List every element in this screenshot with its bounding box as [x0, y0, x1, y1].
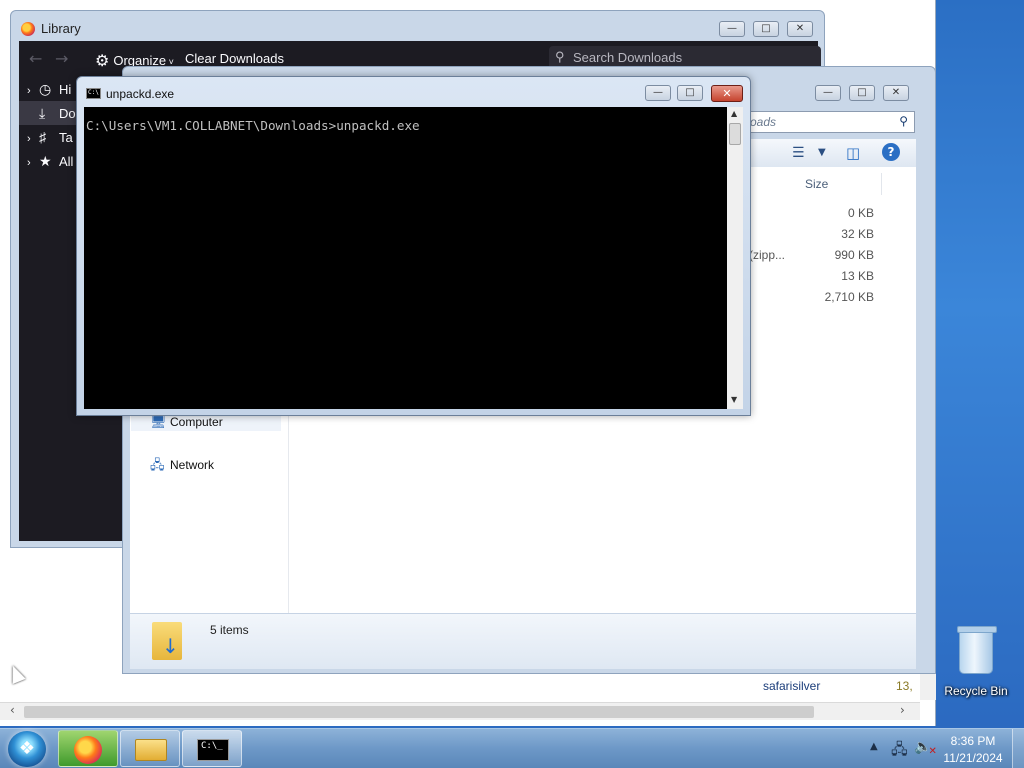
console-scrollbar[interactable]: ▲ ▼ [727, 107, 743, 409]
scroll-up-icon[interactable]: ▲ [731, 109, 737, 118]
scroll-down-icon[interactable]: ▼ [731, 395, 737, 404]
show-desktop-button[interactable] [1012, 729, 1024, 768]
forward-arrow-icon[interactable]: → [55, 49, 68, 68]
console-command-line: C:\Users\VM1.COLLABNET\Downloads>unpackd… [86, 118, 420, 133]
background-horizontal-scrollbar[interactable]: ‹ › [0, 702, 920, 720]
minimize-button[interactable]: — [815, 85, 841, 101]
column-divider[interactable] [881, 173, 882, 195]
taskbar-console-button[interactable]: C:\_ [182, 730, 242, 767]
console-window: C:\ unpackd.exe — □ ✕ C:\Users\VM1.COLLA… [76, 76, 751, 416]
network-icon[interactable]: 🖧 [891, 739, 908, 764]
taskbar: ❖ C:\_ ▲ 🖧 🔈✕ 8:36 PM 11/21/2024 [0, 728, 1024, 768]
command-prompt-icon: C:\ [86, 88, 101, 99]
back-arrow-icon[interactable]: ← [29, 49, 42, 68]
folder-icon [135, 739, 167, 761]
volume-muted-icon[interactable]: 🔈✕ [914, 739, 940, 757]
clear-downloads-button[interactable]: Clear Downloads [185, 51, 284, 66]
scrollbar-thumb[interactable] [729, 123, 741, 145]
recycle-bin-icon [957, 626, 997, 674]
file-size-cell: 32 KB [841, 227, 874, 241]
console-title: unpackd.exe [106, 87, 175, 101]
search-icon: ⚲ [899, 114, 908, 128]
recycle-bin-desktop-icon[interactable]: Recycle Bin [940, 626, 1012, 698]
search-icon: ⚲ [555, 49, 565, 64]
maximize-button[interactable]: □ [849, 85, 875, 101]
column-header-size[interactable]: Size [805, 177, 828, 191]
library-titlebar[interactable]: Library — □ ✕ [11, 11, 824, 41]
help-icon[interactable]: ? [882, 143, 900, 161]
nav-item-network[interactable]: 🖧 Network [150, 456, 214, 478]
item-count: 5 items [210, 623, 249, 637]
minimize-button[interactable]: — [645, 85, 671, 101]
maximize-button[interactable]: □ [677, 85, 703, 101]
nav-item-computer[interactable]: 🖥 Computer [150, 414, 223, 430]
clock-icon: ◷ [39, 81, 52, 97]
close-button[interactable]: ✕ [787, 21, 813, 37]
details-pane: ↓ 5 items [130, 613, 916, 669]
console-output[interactable]: C:\Users\VM1.COLLABNET\Downloads>unpackd… [84, 107, 727, 409]
view-options-icon[interactable]: ☰ [792, 145, 805, 161]
recycle-bin-label: Recycle Bin [944, 684, 1008, 698]
background-list-item-value: 13, [896, 679, 913, 693]
library-title: Library [41, 21, 81, 36]
file-type-cell: (zipp... [749, 248, 786, 262]
scrollbar-thumb[interactable] [24, 706, 814, 718]
background-list-item[interactable]: safarisilver [763, 679, 820, 693]
file-size-cell: 0 KB [847, 206, 874, 220]
tag-icon: ♯ [39, 129, 46, 145]
firefox-icon [74, 736, 102, 764]
minimize-button[interactable]: — [719, 21, 745, 37]
preview-pane-icon[interactable]: ◫ [846, 144, 860, 162]
close-button[interactable]: ✕ [711, 85, 743, 102]
gear-icon: ⚙ [95, 53, 110, 70]
star-icon: ★ [39, 153, 52, 169]
clock-time[interactable]: 8:36 PM [944, 734, 1002, 748]
command-prompt-icon: C:\_ [197, 739, 229, 761]
scroll-left-icon[interactable]: ‹ [10, 703, 15, 717]
taskbar-firefox-button[interactable] [58, 730, 118, 767]
scroll-right-icon[interactable]: › [900, 703, 905, 717]
clock-date[interactable]: 11/21/2024 [940, 751, 1006, 765]
show-hidden-icons-icon[interactable]: ▲ [870, 741, 878, 752]
taskbar-explorer-button[interactable] [120, 730, 180, 767]
computer-icon: 🖥 [150, 414, 167, 429]
start-button[interactable]: ❖ [8, 731, 46, 767]
file-size-cell: 2,710 KB [824, 290, 874, 304]
search-input[interactable]: oads ⚲ [747, 111, 915, 133]
network-icon: 🖧 [150, 457, 165, 472]
maximize-button[interactable]: □ [753, 21, 779, 37]
firefox-icon [21, 22, 35, 36]
close-button[interactable]: ✕ [883, 85, 909, 101]
chevron-down-icon[interactable]: ▼ [818, 147, 826, 158]
downloads-folder-icon: ↓ [152, 622, 182, 660]
file-size-cell: 990 KB [834, 248, 874, 262]
file-size-cell: 13 KB [841, 269, 874, 283]
download-icon: ⤓ [39, 105, 46, 121]
